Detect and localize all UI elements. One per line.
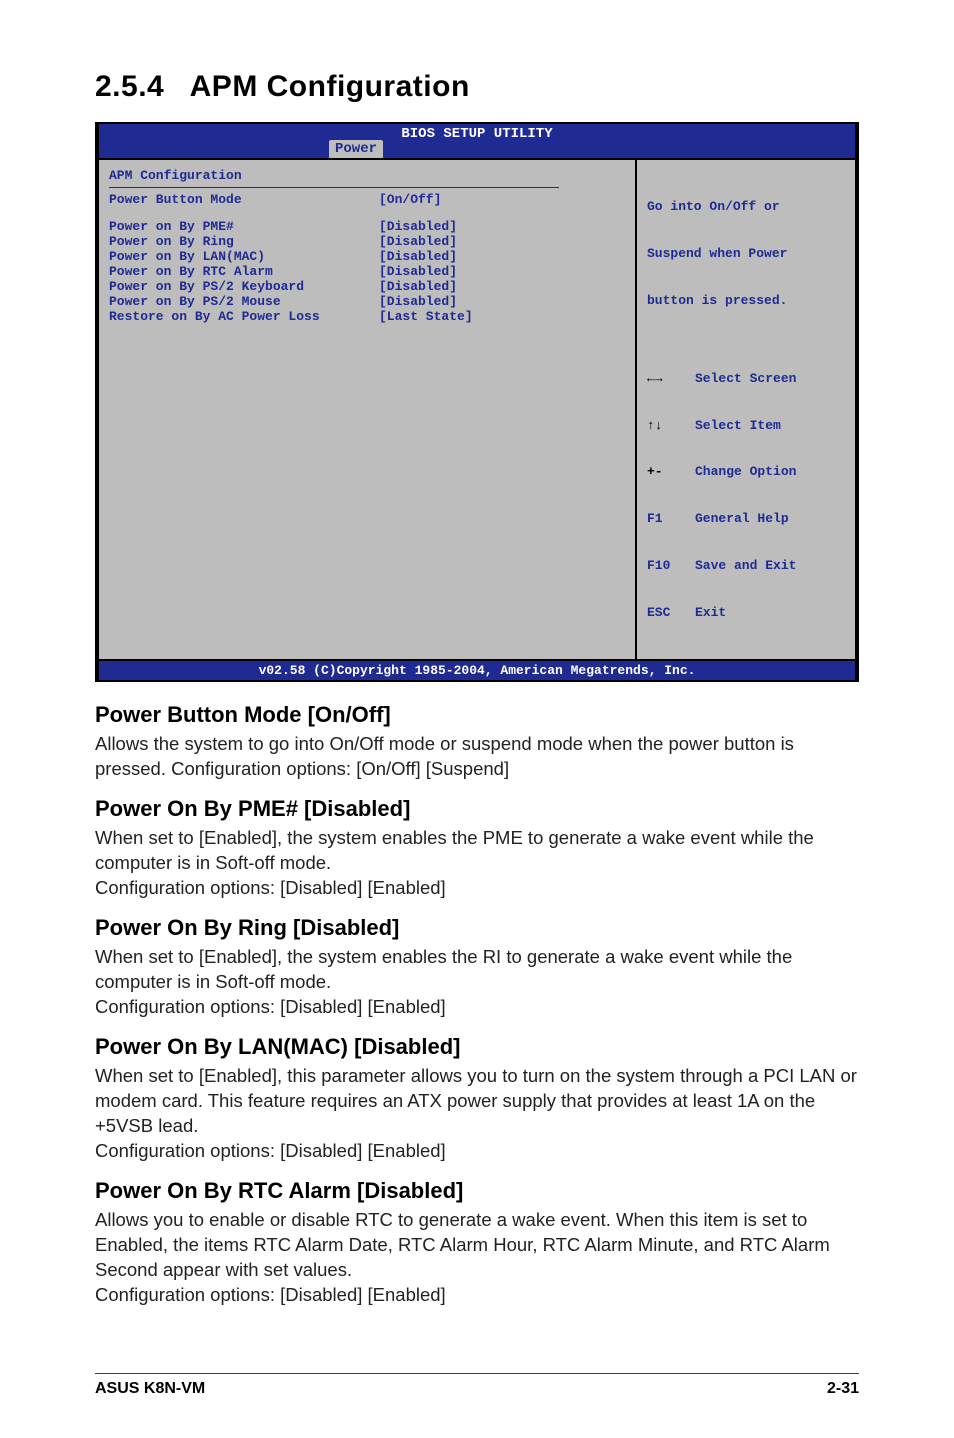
bios-row[interactable]: Power on By PME# [Disabled]	[109, 219, 625, 234]
help-line: Suspend when Power	[647, 246, 845, 262]
body-text: When set to [Enabled], the system enable…	[95, 945, 859, 1020]
text-line: Configuration options: [Disabled] [Enabl…	[95, 1140, 446, 1161]
nav-row: F1General Help	[647, 511, 845, 527]
text-line: When set to [Enabled], the system enable…	[95, 946, 792, 992]
bios-value: [Disabled]	[379, 249, 457, 264]
bios-row[interactable]: Power on By PS/2 Keyboard [Disabled]	[109, 279, 625, 294]
page: 2.5.4 APM Configuration BIOS SETUP UTILI…	[0, 0, 954, 1438]
nav-row: ←→Select Screen	[647, 371, 845, 387]
nav-text: Change Option	[695, 464, 796, 480]
nav-key: F1	[647, 511, 695, 527]
nav-row: F10Save and Exit	[647, 558, 845, 574]
help-line: Go into On/Off or	[647, 199, 845, 215]
bios-value: [Disabled]	[379, 264, 457, 279]
nav-key: +-	[647, 464, 695, 480]
footer-product: ASUS K8N-VM	[95, 1380, 205, 1398]
bios-tab-power[interactable]: Power	[329, 140, 383, 158]
bios-label: Power on By RTC Alarm	[109, 264, 379, 279]
nav-text: Select Item	[695, 418, 781, 434]
bios-row[interactable]: Power on By LAN(MAC) [Disabled]	[109, 249, 625, 264]
bios-value: [Last State]	[379, 309, 473, 324]
nav-text: Exit	[695, 605, 726, 621]
bios-label: Power on By LAN(MAC)	[109, 249, 379, 264]
bios-nav-help: ←→Select Screen ↑↓Select Item +-Change O…	[647, 340, 845, 652]
section-number: 2.5.4	[95, 70, 164, 103]
subsection-heading: Power On By RTC Alarm [Disabled]	[95, 1178, 859, 1204]
nav-text: Select Screen	[695, 371, 796, 387]
bios-label: Power on By PS/2 Mouse	[109, 294, 379, 309]
nav-row: ↑↓Select Item	[647, 418, 845, 434]
nav-text: Save and Exit	[695, 558, 796, 574]
footer-page-number: 2-31	[827, 1380, 859, 1398]
subsection-heading: Power On By PME# [Disabled]	[95, 796, 859, 822]
subsection-heading: Power On By LAN(MAC) [Disabled]	[95, 1034, 859, 1060]
bios-value: [Disabled]	[379, 234, 457, 249]
divider	[109, 187, 559, 188]
text-line: Allows you to enable or disable RTC to g…	[95, 1209, 830, 1280]
nav-key: ↑↓	[647, 418, 695, 434]
bios-panel: BIOS SETUP UTILITY Power APM Configurati…	[95, 122, 859, 682]
bios-title: BIOS SETUP UTILITY	[401, 124, 552, 142]
nav-row: ESCExit	[647, 605, 845, 621]
text-line: When set to [Enabled], this parameter al…	[95, 1065, 857, 1136]
bios-label: Power on By PME#	[109, 219, 379, 234]
section-title: APM Configuration	[190, 70, 470, 103]
bios-body: APM Configuration Power Button Mode [On/…	[99, 158, 855, 659]
body-text: Allows you to enable or disable RTC to g…	[95, 1208, 859, 1308]
bios-left-title: APM Configuration	[109, 168, 625, 183]
bios-label: Restore on By AC Power Loss	[109, 309, 379, 324]
bios-row[interactable]: Power on By RTC Alarm [Disabled]	[109, 264, 625, 279]
nav-key: F10	[647, 558, 695, 574]
bios-left-pane: APM Configuration Power Button Mode [On/…	[99, 160, 635, 659]
bios-label: Power Button Mode	[109, 192, 379, 207]
spacer	[109, 207, 625, 219]
bios-row[interactable]: Power on By Ring [Disabled]	[109, 234, 625, 249]
bios-row[interactable]: Power Button Mode [On/Off]	[109, 192, 625, 207]
text-line: Configuration options: [Disabled] [Enabl…	[95, 996, 446, 1017]
nav-text: General Help	[695, 511, 789, 527]
nav-key: ←→	[647, 371, 695, 387]
text-line: Configuration options: [Disabled] [Enabl…	[95, 877, 446, 898]
page-footer: ASUS K8N-VM 2-31	[95, 1373, 859, 1398]
body-text: When set to [Enabled], the system enable…	[95, 826, 859, 901]
section-heading: 2.5.4 APM Configuration	[95, 70, 859, 104]
bios-value: [Disabled]	[379, 294, 457, 309]
bios-value: [On/Off]	[379, 192, 441, 207]
body-text: When set to [Enabled], this parameter al…	[95, 1064, 859, 1164]
text-line: When set to [Enabled], the system enable…	[95, 827, 814, 873]
bios-label: Power on By PS/2 Keyboard	[109, 279, 379, 294]
bios-value: [Disabled]	[379, 219, 457, 234]
bios-row[interactable]: Restore on By AC Power Loss [Last State]	[109, 309, 625, 324]
bios-header: BIOS SETUP UTILITY Power	[99, 124, 855, 158]
subsection-heading: Power Button Mode [On/Off]	[95, 702, 859, 728]
nav-key: ESC	[647, 605, 695, 621]
bios-right-pane: Go into On/Off or Suspend when Power but…	[635, 160, 855, 659]
help-line: button is pressed.	[647, 293, 845, 309]
bios-footer: v02.58 (C)Copyright 1985-2004, American …	[99, 659, 855, 680]
nav-row: +-Change Option	[647, 464, 845, 480]
subsection-heading: Power On By Ring [Disabled]	[95, 915, 859, 941]
bios-value: [Disabled]	[379, 279, 457, 294]
bios-help-text: Go into On/Off or Suspend when Power but…	[647, 168, 845, 340]
text-line: Configuration options: [Disabled] [Enabl…	[95, 1284, 446, 1305]
bios-row[interactable]: Power on By PS/2 Mouse [Disabled]	[109, 294, 625, 309]
body-text: Allows the system to go into On/Off mode…	[95, 732, 859, 782]
bios-label: Power on By Ring	[109, 234, 379, 249]
